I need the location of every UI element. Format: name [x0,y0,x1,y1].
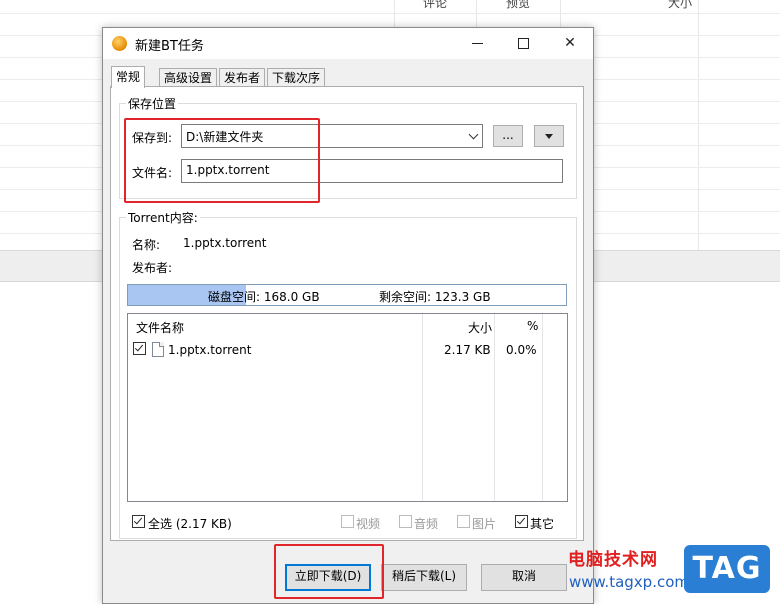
column-header-preview[interactable]: 预览 [506,0,530,11]
close-button[interactable]: ✕ [547,28,593,59]
column-header-comment[interactable]: 评论 [423,0,447,11]
dialog-title: 新建BT任务 [135,39,204,54]
column-divider [542,314,543,501]
column-divider [698,0,699,250]
free-space-text: 剩余空间: 123.3 GB [379,290,491,304]
other-checkbox[interactable] [515,515,528,528]
watermark-tag-logo: TAG [684,545,770,593]
chevron-down-icon [468,129,479,140]
file-checkbox[interactable] [133,342,146,355]
file-row-name: 1.pptx.torrent [168,343,252,357]
highlight-box-download-now [274,544,384,599]
tab-general[interactable]: 常规 [111,66,146,88]
minimize-icon [472,43,483,44]
select-all-checkbox[interactable] [132,515,145,528]
image-label: 图片 [472,517,497,531]
other-label: 其它 [530,517,555,531]
path-history-button[interactable] [534,125,564,147]
watermark-site-name: 电脑技术网 [568,550,658,570]
minimize-button[interactable] [455,28,501,59]
column-divider [422,314,423,501]
save-location-title: 保存位置 [126,95,179,112]
header-file-name[interactable]: 文件名称 [136,319,184,336]
disk-space-text: 磁盘空间: 168.0 GB [208,290,320,304]
column-header-size[interactable]: 大小 [668,0,692,11]
file-row-percent: 0.0% [506,343,537,357]
app-logo-icon [112,36,127,51]
file-row-size: 2.17 KB [444,343,491,357]
audio-checkbox[interactable] [399,515,412,528]
video-checkbox[interactable] [341,515,354,528]
torrent-content-title: Torrent内容: [126,209,200,226]
download-later-button[interactable]: 稍后下载(L) [381,564,467,591]
image-checkbox[interactable] [457,515,470,528]
audio-label: 音频 [414,517,439,531]
tab-publisher[interactable]: 发布者 [219,68,266,87]
torrent-name-label: 名称: [132,238,161,252]
maximize-button[interactable] [501,28,547,59]
watermark-url: www.tagxp.com [569,573,689,591]
video-label: 视频 [356,517,381,531]
torrent-name-value: 1.pptx.torrent [183,236,267,250]
column-divider [494,314,495,501]
publisher-label: 发布者: [132,261,173,275]
header-percent[interactable]: % [527,319,538,333]
file-icon [152,342,164,357]
highlight-box-save-location [124,118,320,203]
tab-advanced[interactable]: 高级设置 [159,68,218,87]
disk-space-bar: 磁盘空间: 168.0 GB 剩余空间: 123.3 GB [127,284,567,306]
browse-button[interactable]: ... [493,125,523,147]
title-bar[interactable]: 新建BT任务 ✕ [103,28,593,59]
list-row-line [0,13,780,14]
file-list-table[interactable]: 文件名称 大小 % 1.pptx.torrent 2.17 KB 0.0% [127,313,568,502]
close-icon: ✕ [564,35,576,51]
select-all-label[interactable]: 全选 (2.17 KB) [148,515,232,532]
header-size[interactable]: 大小 [468,319,492,336]
cancel-button[interactable]: 取消 [481,564,567,591]
tab-download-order[interactable]: 下载次序 [267,68,326,87]
dropdown-triangle-icon [545,134,553,139]
maximize-icon [518,38,529,49]
